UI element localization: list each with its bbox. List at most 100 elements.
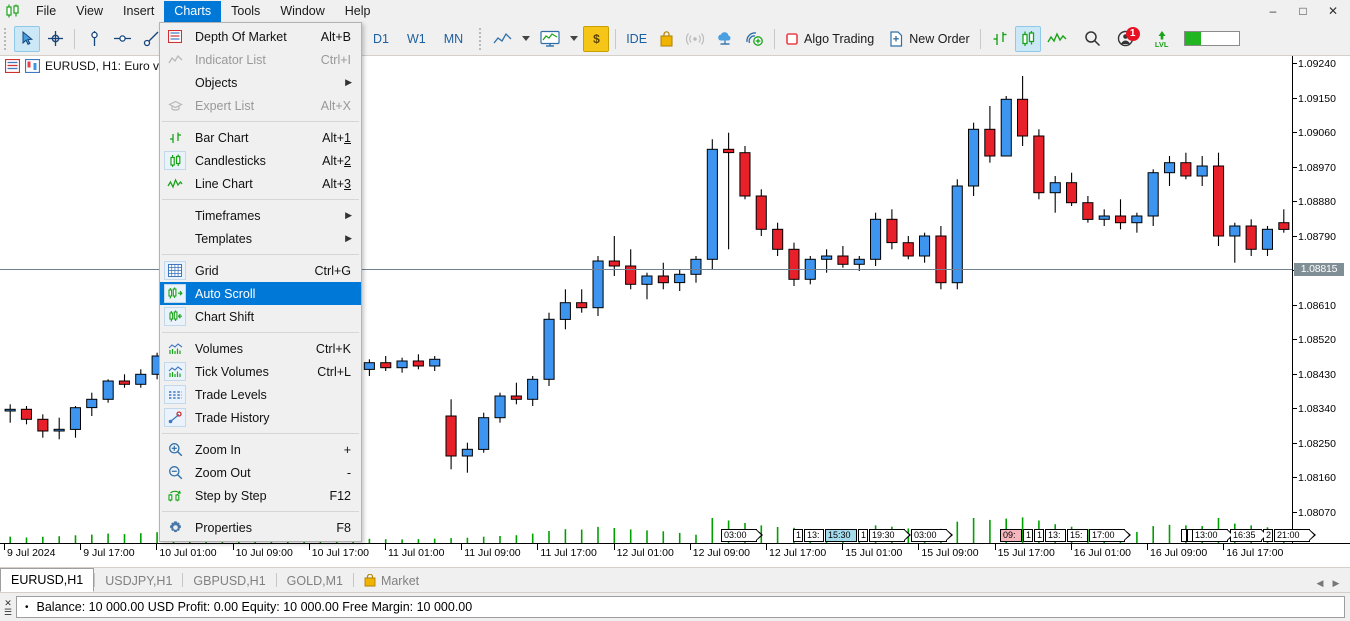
timeframe-w1-button[interactable]: W1 <box>399 27 434 51</box>
menu-item-chart-shift[interactable]: Chart Shift <box>160 305 361 328</box>
economic-event-tag[interactable]: 19:30 <box>869 529 905 542</box>
toolbar-grip[interactable] <box>3 26 10 52</box>
notifications-button[interactable]: 1 <box>1113 26 1140 52</box>
close-icon[interactable]: ✕ <box>4 598 12 608</box>
economic-event-tag[interactable]: 1 <box>1034 529 1044 542</box>
timeframe-mn-button[interactable]: MN <box>436 27 471 51</box>
economic-event-tag[interactable]: 13:00 <box>1192 529 1228 542</box>
market-bag-button[interactable] <box>653 26 679 52</box>
economic-event-tag[interactable]: 15:30 <box>825 529 857 542</box>
price-axis[interactable]: 1.092401.091501.090601.089701.088801.087… <box>1292 56 1350 543</box>
chart-symbol-label: EURUSD, H1: Euro vs U <box>45 59 177 73</box>
indicators-toolbar-button[interactable] <box>535 26 565 52</box>
economic-event-tag[interactable]: 16:35 <box>1230 529 1262 542</box>
economic-event-tag[interactable]: 1 <box>1023 529 1033 542</box>
menu-item-zoom-in[interactable]: Zoom In+ <box>160 438 361 461</box>
menu-item-objects[interactable]: Objects▶ <box>160 71 361 94</box>
menu-item-templates[interactable]: Templates▶ <box>160 227 361 250</box>
search-button[interactable] <box>1080 26 1106 52</box>
algo-trading-button[interactable]: Algo Trading <box>781 26 878 52</box>
charts-dropdown-menu[interactable]: Depth Of MarketAlt+BIndicator ListCtrl+I… <box>159 22 362 542</box>
menu-view[interactable]: View <box>66 1 113 22</box>
vps-cloud-button[interactable] <box>711 26 739 52</box>
menu-item-candlesticks[interactable]: CandlesticksAlt+2 <box>160 149 361 172</box>
tab-scroll-left-button[interactable]: ◀ <box>1312 574 1328 592</box>
toolbar-grip[interactable] <box>478 26 485 52</box>
algo-trading-label: Algo Trading <box>804 32 874 46</box>
tab-usdjpy-h1[interactable]: USDJPY,H1 <box>95 569 182 592</box>
tab-scroll-right-button[interactable]: ▶ <box>1328 574 1344 592</box>
chevron-down-icon <box>570 36 578 41</box>
menu-item-zoom-out[interactable]: Zoom Out- <box>160 461 361 484</box>
menu-item-trade-history[interactable]: Trade History <box>160 406 361 429</box>
menu-item-tick-volumes[interactable]: Tick VolumesCtrl+L <box>160 360 361 383</box>
economic-event-tag[interactable]: 1 <box>858 529 868 542</box>
add-signal-button[interactable] <box>741 26 768 52</box>
bar-chart-toolbar-button[interactable] <box>987 26 1013 52</box>
menu-item-bar-chart[interactable]: Bar ChartAlt+1 <box>160 126 361 149</box>
price-tick-label: 1.08430 <box>1293 370 1336 380</box>
menu-item-label: Expert List <box>195 99 254 113</box>
menu-item-timeframes[interactable]: Timeframes▶ <box>160 204 361 227</box>
tab-gold-m1[interactable]: GOLD,M1 <box>277 569 353 592</box>
lvl-button[interactable]: LVL <box>1149 26 1175 52</box>
economic-event-tag[interactable]: 09: <box>1000 529 1022 542</box>
menu-item-auto-scroll[interactable]: Auto Scroll <box>160 282 361 305</box>
menu-insert[interactable]: Insert <box>113 1 164 22</box>
menu-item-label: Depth Of Market <box>195 30 287 44</box>
time-axis[interactable]: 9 Jul 20249 Jul 17:0010 Jul 01:0010 Jul … <box>0 543 1350 567</box>
signals-button[interactable] <box>681 26 709 52</box>
tab-eurusd-h1[interactable]: EURUSD,H1 <box>0 568 94 592</box>
menu-item-trade-levels[interactable]: Trade Levels <box>160 383 361 406</box>
menu-item-step-by-step[interactable]: Step by StepF12 <box>160 484 361 507</box>
economic-event-tag[interactable]: 1 <box>793 529 803 542</box>
tab-gbpusd-h1[interactable]: GBPUSD,H1 <box>183 569 275 592</box>
vertical-line-tool-button[interactable] <box>81 26 107 52</box>
menu-tools[interactable]: Tools <box>221 1 270 22</box>
close-button[interactable]: ✕ <box>1318 0 1348 22</box>
crosshair-tool-button[interactable] <box>42 26 68 52</box>
menu-charts[interactable]: Charts <box>164 1 221 22</box>
economic-event-tag[interactable]: 13: <box>1045 529 1066 542</box>
connection-strength-indicator[interactable] <box>1180 26 1244 52</box>
indicators-dropdown-caret[interactable] <box>567 26 581 52</box>
menu-item-grid[interactable]: GridCtrl+G <box>160 259 361 282</box>
tab-label: GOLD,M1 <box>287 574 343 588</box>
line-chart-mode-button[interactable] <box>1043 26 1071 52</box>
menu-item-depth-of-market[interactable]: Depth Of MarketAlt+B <box>160 25 361 48</box>
time-tick-mark <box>233 544 234 550</box>
horizontal-line-tool-button[interactable] <box>109 26 136 52</box>
menu-bar: FileViewInsertChartsToolsWindowHelp – □ … <box>0 0 1350 22</box>
menu-item-shortcut: Alt+3 <box>322 177 361 191</box>
dollar-toolbar-button[interactable]: $ <box>583 26 609 52</box>
tab-market[interactable]: Market <box>354 569 429 592</box>
economic-event-tag[interactable]: 17:00 <box>1089 529 1125 542</box>
ide-button[interactable]: IDE <box>622 26 651 52</box>
maximize-button[interactable]: □ <box>1288 0 1318 22</box>
economic-event-tag[interactable]: 03:00 <box>911 529 947 542</box>
chart-depth-icon[interactable] <box>5 59 20 73</box>
line-chart-toolbar-button[interactable] <box>489 26 517 52</box>
pointer-tool-button[interactable] <box>14 26 40 52</box>
menu-item-volumes[interactable]: VolumesCtrl+K <box>160 337 361 360</box>
chart-type-icon[interactable] <box>25 59 40 73</box>
menu-window[interactable]: Window <box>270 1 334 22</box>
menu-item-line-chart[interactable]: Line ChartAlt+3 <box>160 172 361 195</box>
economic-event-tag[interactable]: 15: <box>1067 529 1088 542</box>
menu-help[interactable]: Help <box>335 1 381 22</box>
toolbox-grip-icon[interactable]: ☰ <box>4 608 12 617</box>
menu-item-properties[interactable]: PropertiesF8 <box>160 516 361 539</box>
no-icon <box>164 206 186 225</box>
new-order-button[interactable]: New Order <box>885 26 973 52</box>
time-tick-mark <box>461 544 462 550</box>
menu-item-label: Auto Scroll <box>195 287 255 301</box>
economic-event-tag[interactable]: 21:00 <box>1274 529 1310 542</box>
candlesticks-toolbar-button[interactable] <box>1015 26 1041 52</box>
line-chart-dropdown-caret[interactable] <box>519 26 533 52</box>
minimize-button[interactable]: – <box>1258 0 1288 22</box>
menu-file[interactable]: File <box>26 1 66 22</box>
economic-event-tag[interactable]: 13: <box>804 529 824 542</box>
economic-event-tag[interactable]: 03:00 <box>721 529 757 542</box>
time-tick-mark <box>1071 544 1072 550</box>
timeframe-d1-button[interactable]: D1 <box>365 27 397 51</box>
